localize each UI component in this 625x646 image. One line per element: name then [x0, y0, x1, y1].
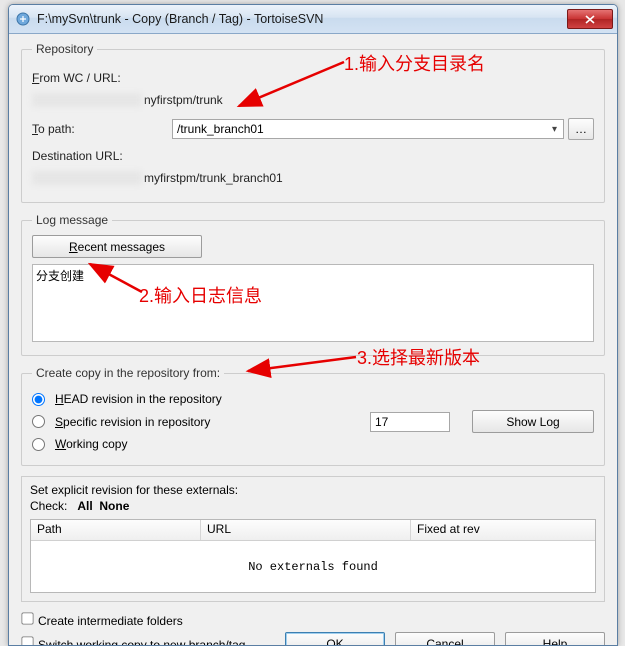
radio-specific-revision[interactable] [32, 415, 45, 428]
to-path-dropdown-arrow[interactable]: ▾ [547, 121, 562, 137]
col-header-fixed[interactable]: Fixed at rev [411, 520, 595, 540]
help-button[interactable]: Help [505, 632, 605, 646]
client-area: Repository From WC / URL: xxxxxxxxx nyfi… [9, 34, 617, 646]
externals-check-all[interactable]: All [77, 499, 92, 513]
externals-check-none[interactable]: None [99, 499, 129, 513]
log-message-textarea[interactable]: 分支创建 [32, 264, 594, 342]
create-intermediate-checkbox[interactable] [21, 612, 33, 624]
externals-group: Set explicit revision for these external… [21, 476, 605, 602]
from-url-obscured: xxxxxxxxx [32, 93, 142, 107]
from-wc-url-label: From WC / URL: [32, 71, 172, 85]
recent-messages-button[interactable]: Recent messages [32, 235, 202, 258]
switch-wc-checkbox-label[interactable]: Switch working copy to new branch/tag [21, 636, 245, 646]
repository-group: Repository From WC / URL: xxxxxxxxx nyfi… [21, 42, 605, 203]
cancel-button[interactable]: Cancel [395, 632, 495, 646]
app-icon [15, 11, 31, 27]
close-button[interactable] [567, 9, 613, 29]
create-copy-group: Create copy in the repository from: HEAD… [21, 366, 605, 466]
destination-url-label: Destination URL: [32, 149, 123, 163]
create-intermediate-checkbox-label[interactable]: Create intermediate folders [21, 612, 183, 628]
log-message-group: Log message Recent messages 分支创建 [21, 213, 605, 356]
titlebar[interactable]: F:\mySvn\trunk - Copy (Branch / Tag) - T… [9, 5, 617, 34]
log-message-legend: Log message [32, 213, 112, 227]
create-copy-legend: Create copy in the repository from: [32, 366, 224, 380]
radio-working-copy-label[interactable]: Working copy [55, 437, 127, 451]
externals-check-label: Check: [30, 499, 67, 513]
specific-revision-input[interactable] [370, 412, 450, 432]
destination-url-value: myfirstpm/trunk_branch01 [144, 171, 283, 185]
col-header-url[interactable]: URL [201, 520, 411, 540]
externals-title: Set explicit revision for these external… [30, 483, 596, 497]
repository-legend: Repository [32, 42, 97, 56]
switch-wc-checkbox[interactable] [21, 636, 33, 646]
radio-specific-revision-label[interactable]: Specific revision in repository [55, 415, 275, 429]
listview-header: Path URL Fixed at rev [31, 520, 595, 541]
externals-check-row: Check: All None [30, 499, 596, 513]
browse-button[interactable]: … [568, 118, 594, 140]
from-url-value: nyfirstpm/trunk [144, 93, 223, 107]
to-path-label: To path: [32, 122, 172, 136]
externals-listview[interactable]: Path URL Fixed at rev No externals found [30, 519, 596, 593]
radio-head-revision-label[interactable]: HEAD revision in the repository [55, 392, 222, 406]
listview-empty-text: No externals found [31, 541, 595, 592]
col-header-path[interactable]: Path [31, 520, 201, 540]
show-log-button[interactable]: Show Log [472, 410, 594, 433]
window-title: F:\mySvn\trunk - Copy (Branch / Tag) - T… [37, 12, 567, 26]
dest-url-obscured: xxxxxxxxx [32, 171, 142, 185]
ok-button[interactable]: OK [285, 632, 385, 646]
dialog-window: F:\mySvn\trunk - Copy (Branch / Tag) - T… [8, 4, 618, 646]
radio-head-revision[interactable] [32, 393, 45, 406]
radio-working-copy[interactable] [32, 438, 45, 451]
to-path-input[interactable] [172, 119, 564, 139]
